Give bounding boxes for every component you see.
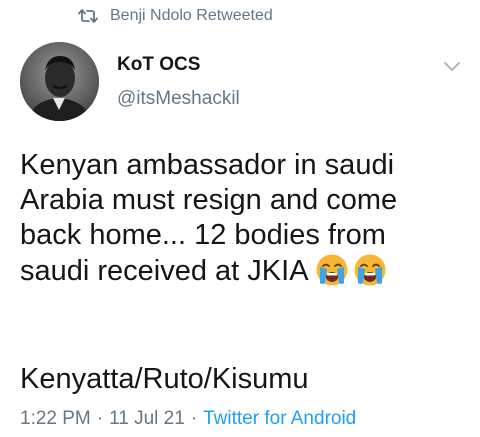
retweet-icon (78, 8, 98, 24)
tweet-line: Kenyan ambassador in saudi (20, 149, 395, 181)
tweet-source-link[interactable]: Twitter for Android (203, 408, 356, 429)
retweet-header: Benji Ndolo Retweeted (78, 6, 273, 26)
tweet-line: back home... 12 bodies from (20, 219, 386, 251)
tweet-time[interactable]: 1:22 PM (20, 408, 91, 429)
retweet-label[interactable]: Benji Ndolo Retweeted (110, 7, 273, 25)
author-display-name[interactable]: KoT OCS (117, 54, 200, 76)
tweet-line-with-emoji: saudi received at JKIA (20, 253, 472, 289)
meta-separator: · (96, 408, 104, 429)
tweet-date[interactable]: 11 Jul 21 (109, 408, 185, 429)
tweet-line: Arabia must resign and come (20, 184, 398, 216)
author-handle[interactable]: @itsMeshackil (117, 88, 240, 110)
emoji-group (315, 253, 387, 287)
tweet-text: Kenyan ambassador in saudi Arabia must r… (20, 148, 472, 289)
crying-face-emoji-icon (315, 253, 349, 287)
tweet-meta: 1:22 PM · 11 Jul 21 · Twitter for Android (20, 408, 356, 432)
tweet-tags-line: Kenyatta/Ruto/Kisumu (20, 363, 309, 395)
chevron-down-icon[interactable] (442, 60, 462, 74)
tweet-line-text: saudi received at JKIA (20, 255, 309, 287)
avatar[interactable] (20, 42, 99, 121)
crying-face-emoji-icon (353, 253, 387, 287)
meta-separator: · (190, 408, 198, 429)
